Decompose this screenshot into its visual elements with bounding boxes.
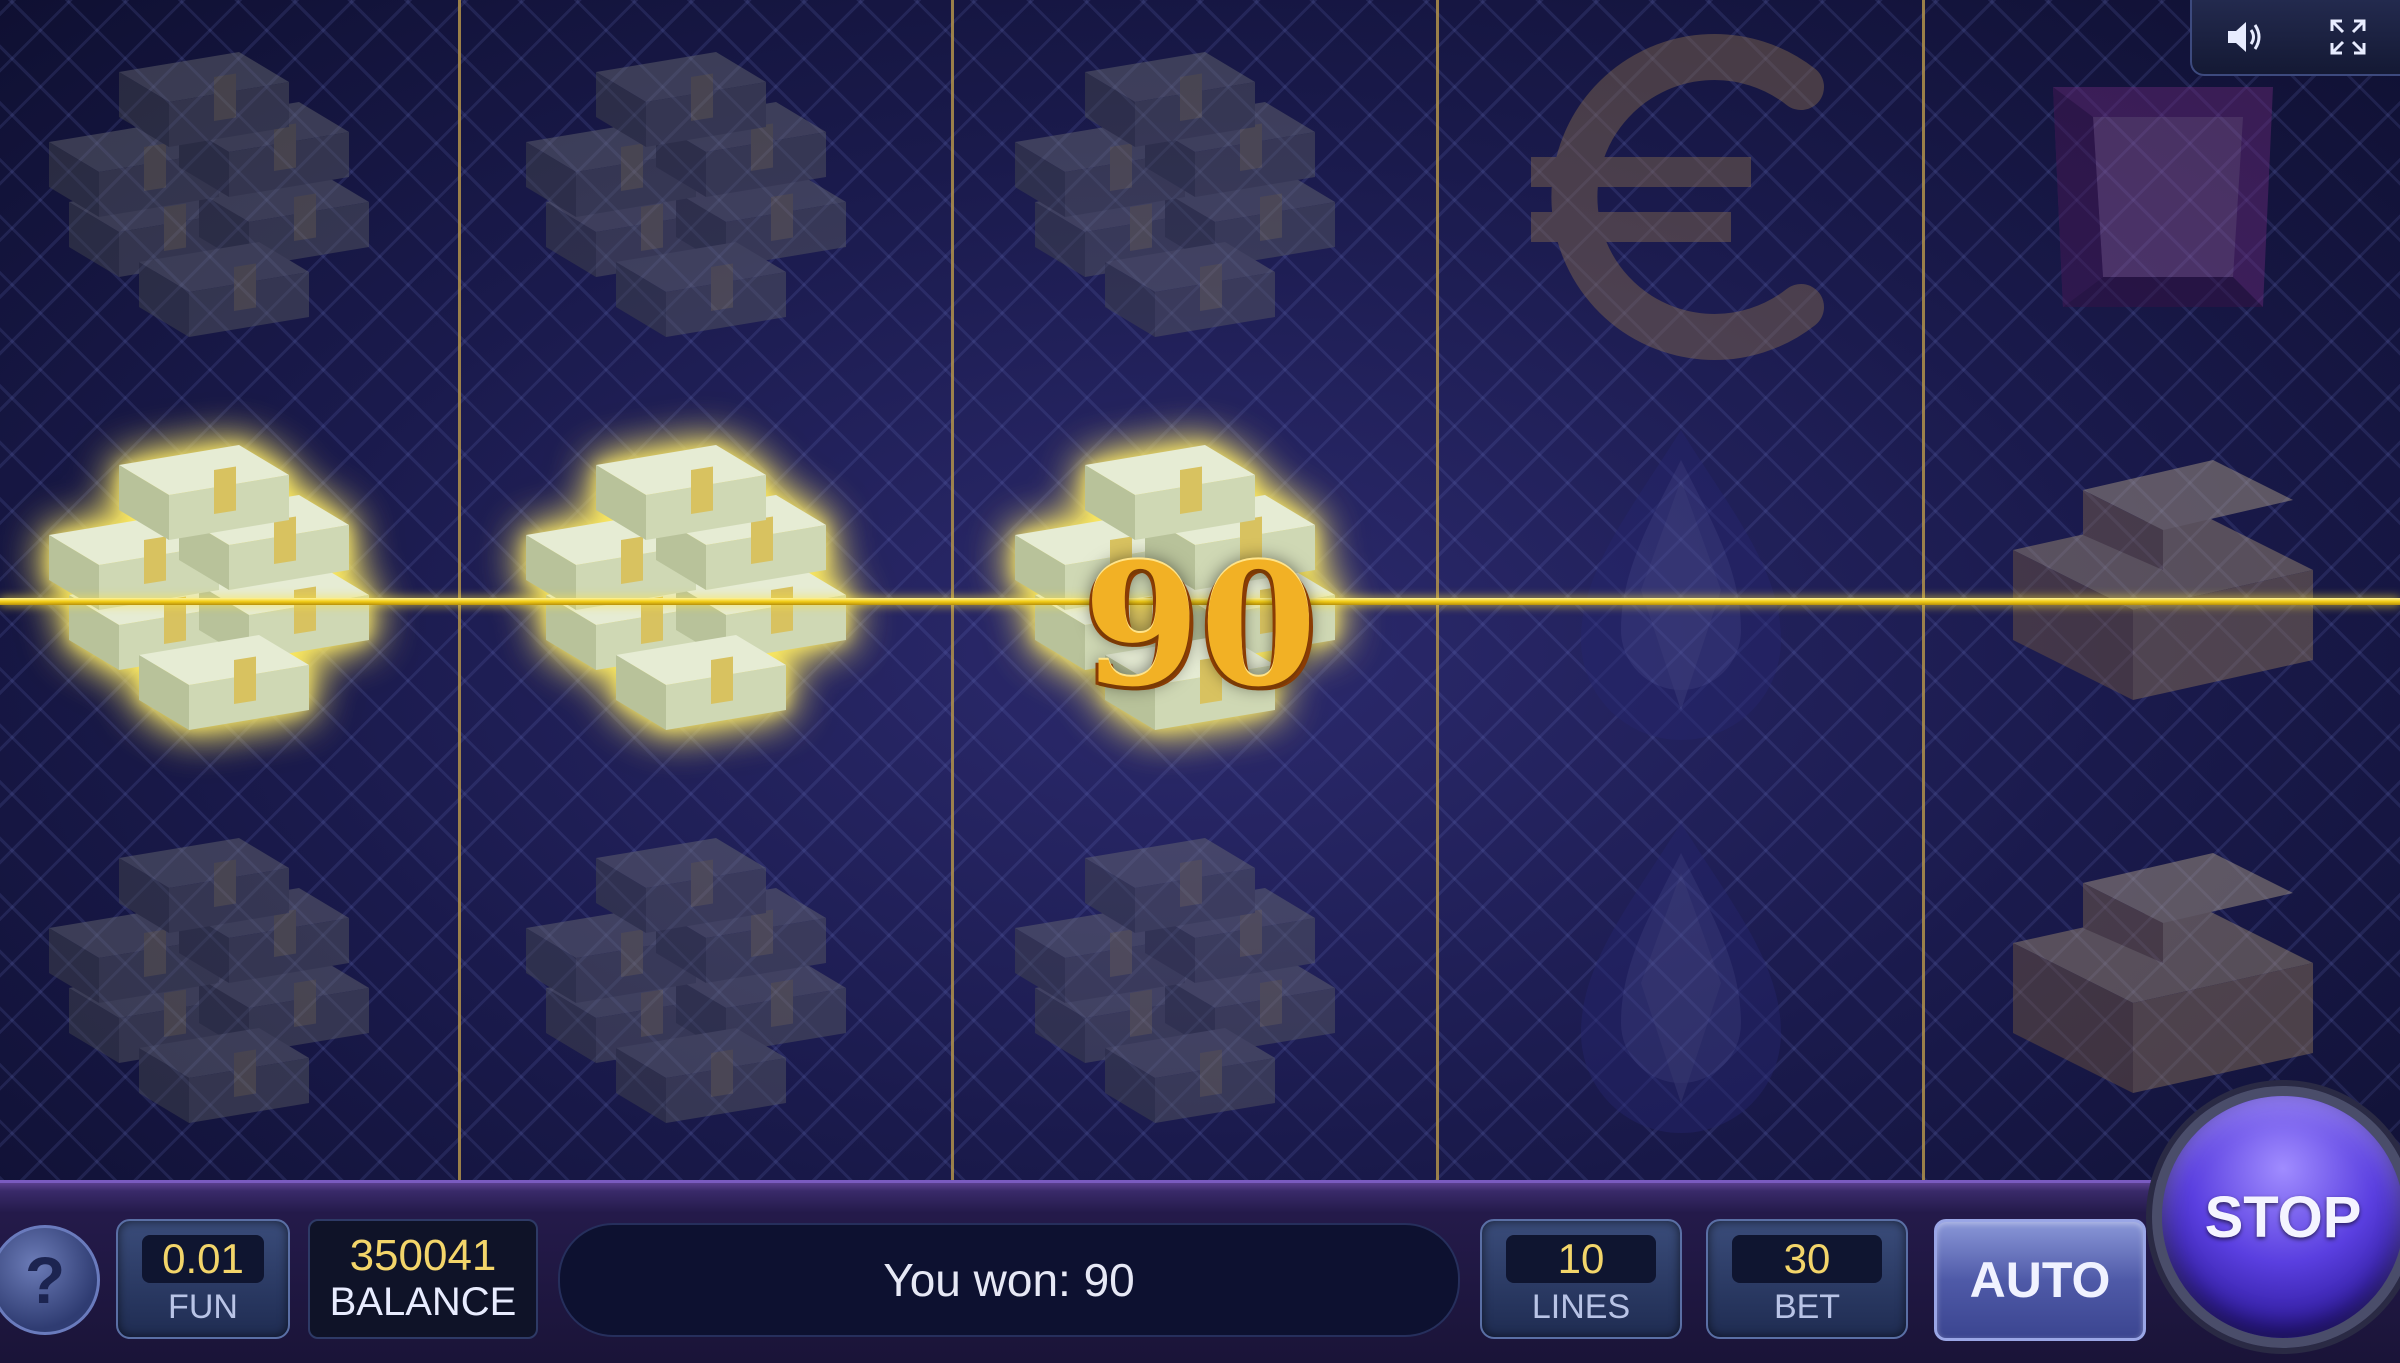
symbol-money-stack-winning — [461, 393, 951, 786]
coin-label: FUN — [168, 1288, 238, 1326]
top-controls — [2190, 0, 2400, 76]
symbol-money-stack — [0, 786, 458, 1179]
bet-value: 30 — [1732, 1235, 1882, 1283]
symbol-money-stack — [461, 786, 951, 1179]
balance-label: BALANCE — [329, 1280, 517, 1324]
fullscreen-icon[interactable] — [2325, 14, 2371, 60]
euro-sign-icon — [1530, 33, 1824, 360]
lines-label: LINES — [1531, 1288, 1631, 1326]
symbol-euro-sign — [1439, 0, 1922, 393]
reel-1 — [0, 0, 458, 1180]
balance-value: 350041 — [349, 1231, 497, 1280]
reel-5 — [1925, 0, 2400, 1180]
bottom-bar: ? 0.01 FUN 350041 BALANCE You won: 90 10… — [0, 1180, 2400, 1363]
reels-area: 90 — [0, 0, 2400, 1180]
symbol-money-stack — [954, 0, 1436, 393]
symbol-blue-gem — [1439, 786, 1922, 1179]
symbol-money-stack — [954, 786, 1436, 1179]
help-button[interactable]: ? — [0, 1225, 100, 1335]
reel-4 — [1439, 0, 1922, 1180]
purple-gem-icon — [2052, 86, 2273, 307]
speaker-icon[interactable] — [2221, 14, 2267, 60]
bet-panel[interactable]: 30 BET — [1706, 1219, 1908, 1339]
reel-2 — [461, 0, 951, 1180]
lines-value: 10 — [1506, 1235, 1656, 1283]
lines-panel[interactable]: 10 LINES — [1480, 1219, 1682, 1339]
symbol-gold-bars — [1925, 393, 2400, 786]
win-amount-overlay: 90 — [1083, 526, 1317, 724]
symbol-money-stack — [0, 0, 458, 393]
symbol-money-stack-winning — [0, 393, 458, 786]
bet-label: BET — [1773, 1288, 1841, 1326]
stop-button-label: STOP — [2204, 1184, 2362, 1250]
auto-button[interactable]: AUTO — [1934, 1219, 2146, 1341]
balance-panel: 350041 BALANCE — [308, 1219, 538, 1339]
coin-value: 0.01 — [142, 1235, 264, 1283]
stop-button[interactable]: STOP — [2152, 1086, 2400, 1348]
coin-value-panel[interactable]: 0.01 FUN — [116, 1219, 290, 1339]
win-message: You won: 90 — [558, 1223, 1460, 1337]
symbol-money-stack — [461, 0, 951, 393]
symbol-blue-gem — [1439, 393, 1922, 786]
